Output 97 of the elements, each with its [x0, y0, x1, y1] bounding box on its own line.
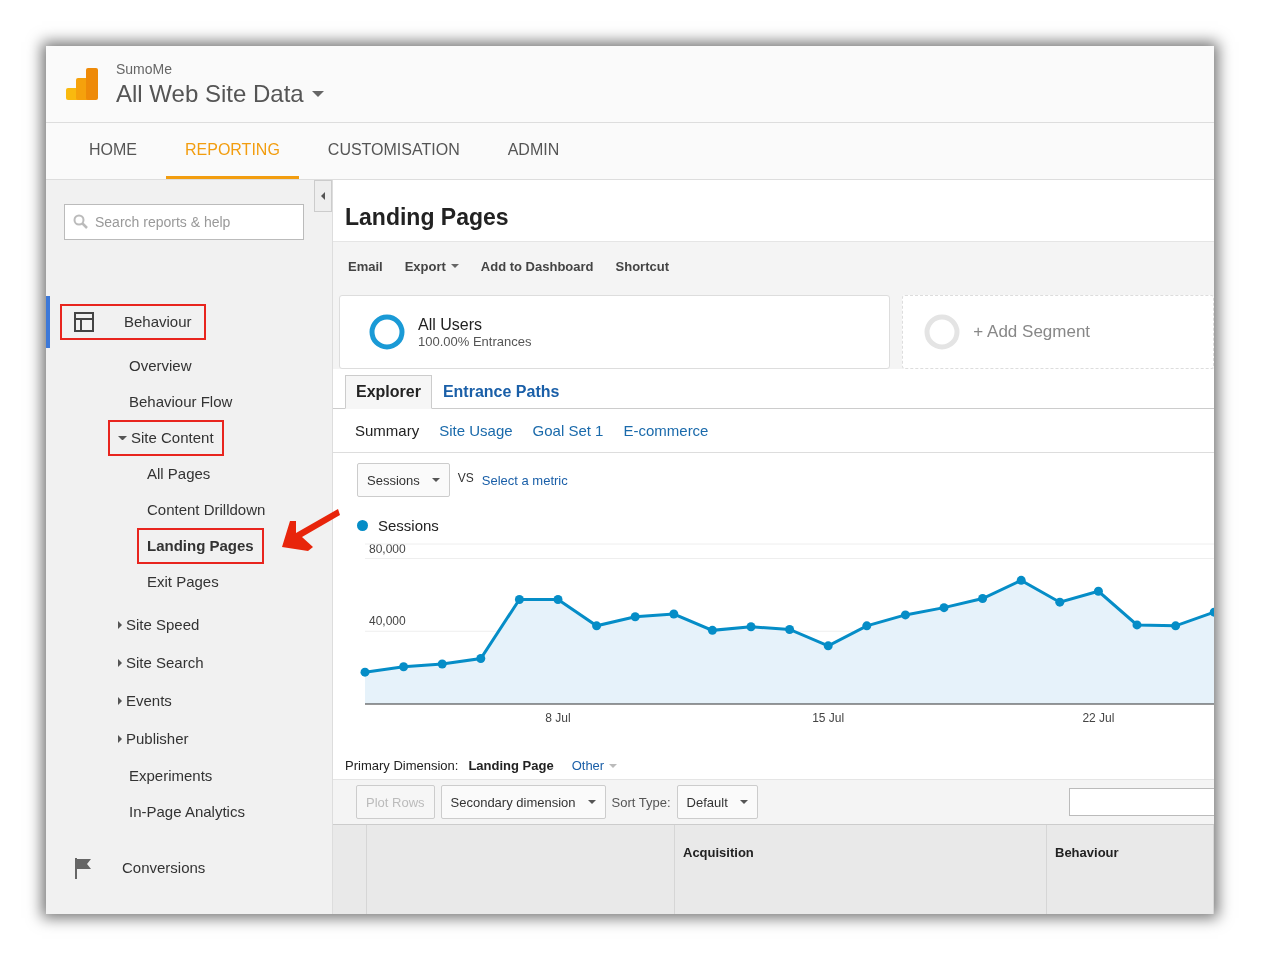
nav-tab[interactable]: ADMIN: [488, 123, 579, 179]
axis-label: 40,000: [369, 614, 406, 629]
nav-tab[interactable]: CUSTOMISATION: [308, 123, 479, 179]
segment-name: + Add Segment: [973, 322, 1091, 342]
bar-chart-logo: [66, 68, 98, 100]
sidebar-item[interactable]: Content Drilldown: [137, 492, 276, 528]
data-point: [630, 612, 640, 622]
data-point: [1171, 621, 1181, 631]
axis-label: 80,000: [369, 541, 406, 556]
data-point: [785, 624, 795, 634]
dimension-value: Landing Page: [468, 758, 554, 773]
column-group-header: Behaviour: [1047, 825, 1214, 914]
sidebar-section[interactable]: Behaviour: [60, 304, 206, 340]
sidebar-item[interactable]: Exit Pages: [137, 564, 229, 600]
other-dropdown[interactable]: Other: [571, 758, 618, 773]
caret-icon: [431, 478, 440, 482]
metric-dropdown[interactable]: Sessions: [357, 463, 450, 497]
data-point: [1093, 586, 1103, 596]
data-point: [1055, 597, 1065, 607]
vs-label: VS: [457, 471, 474, 485]
filter-field[interactable]: [1069, 788, 1214, 816]
data-point: [437, 659, 447, 669]
data-point: [399, 662, 409, 672]
caret-icon: [118, 435, 127, 441]
data-point: [823, 641, 833, 651]
caret-icon: [450, 264, 459, 268]
account-name: SumoMe: [116, 60, 174, 77]
sort-type-label: Sort Type:: [611, 794, 671, 810]
sub-tab[interactable]: Site Usage: [439, 422, 513, 439]
caret-icon: [609, 763, 618, 768]
segment-card[interactable]: All Users 100.00% Entrances: [339, 295, 891, 369]
view-tab[interactable]: Explorer: [345, 375, 432, 409]
data-point: [592, 621, 602, 631]
caret-icon: [739, 800, 748, 804]
data-point: [978, 594, 988, 604]
axis-label: 8 Jul: [545, 711, 571, 725]
toolbar-button[interactable]: Add to Dashboard: [480, 258, 594, 274]
axis-label: 22 Jul: [1082, 711, 1115, 725]
property-selector[interactable]: All Web Site Data: [116, 79, 324, 108]
search-icon: [73, 214, 88, 229]
sidebar-section[interactable]: Conversions: [60, 849, 220, 887]
sort-type-dropdown[interactable]: Default: [676, 785, 758, 819]
dimension-label: Primary Dimension:: [345, 758, 459, 773]
sidebar-item[interactable]: Overview: [119, 348, 202, 384]
segment-detail: 100.00% Entrances: [418, 333, 532, 349]
data-point: [553, 594, 563, 604]
caret-icon: [118, 735, 122, 743]
ring-icon: [368, 313, 406, 351]
add-segment-card[interactable]: + Add Segment: [902, 295, 1214, 369]
data-point: [746, 622, 756, 632]
sub-tab[interactable]: E-commerce: [623, 422, 709, 439]
data-point: [1016, 575, 1026, 585]
sidebar-item[interactable]: In-Page Analytics: [119, 794, 255, 830]
data-point: [862, 621, 872, 631]
search-field[interactable]: Search reports & help: [64, 204, 304, 240]
secondary-dimension-dropdown[interactable]: Secondary dimension: [440, 785, 606, 819]
data-point: [707, 625, 717, 635]
ring-icon: [923, 313, 962, 351]
caret-icon: [118, 697, 122, 705]
legend-label: Sessions: [378, 517, 439, 534]
data-point: [669, 609, 679, 619]
sidebar-item[interactable]: Landing Pages: [137, 528, 264, 564]
axis-label: 15 Jul: [812, 711, 845, 725]
sub-tab[interactable]: Goal Set 1: [532, 422, 604, 439]
data-point: [514, 594, 524, 604]
sidebar-item[interactable]: Site Content: [108, 420, 224, 456]
toolbar-button[interactable]: Shortcut: [615, 258, 669, 274]
caret-icon: [321, 192, 325, 200]
data-point: [1209, 607, 1214, 617]
data-point: [939, 603, 949, 613]
data-point: [1132, 620, 1142, 630]
toolbar-button[interactable]: Export: [404, 258, 459, 274]
sidebar-item[interactable]: Experiments: [119, 758, 223, 794]
data-point: [360, 667, 370, 677]
sidebar-item[interactable]: Site Search: [108, 645, 214, 681]
caret-icon: [311, 90, 324, 97]
sidebar-item[interactable]: Publisher: [108, 721, 199, 757]
sidebar-item[interactable]: Site Speed: [108, 607, 210, 643]
sub-tab[interactable]: Summary: [355, 422, 420, 439]
select-metric-link[interactable]: Select a metric: [481, 472, 568, 488]
layout-icon: [74, 312, 94, 332]
toolbar-button[interactable]: Email: [348, 258, 383, 274]
view-tab[interactable]: Entrance Paths: [431, 375, 571, 409]
collapse-button[interactable]: [314, 180, 332, 212]
flag-icon: [74, 857, 92, 879]
column-group-header: Acquisition: [675, 825, 1047, 914]
sidebar-item[interactable]: All Pages: [137, 456, 221, 492]
caret-icon: [118, 621, 122, 629]
sidebar-item[interactable]: Events: [108, 683, 182, 719]
nav-tab[interactable]: HOME: [70, 123, 156, 179]
data-point: [900, 610, 910, 620]
active-indicator: [46, 296, 50, 348]
caret-icon: [118, 659, 122, 667]
segment-name: All Users: [418, 315, 483, 334]
data-point: [476, 654, 486, 664]
sidebar-item[interactable]: Behaviour Flow: [119, 384, 243, 420]
caret-icon: [587, 800, 596, 804]
